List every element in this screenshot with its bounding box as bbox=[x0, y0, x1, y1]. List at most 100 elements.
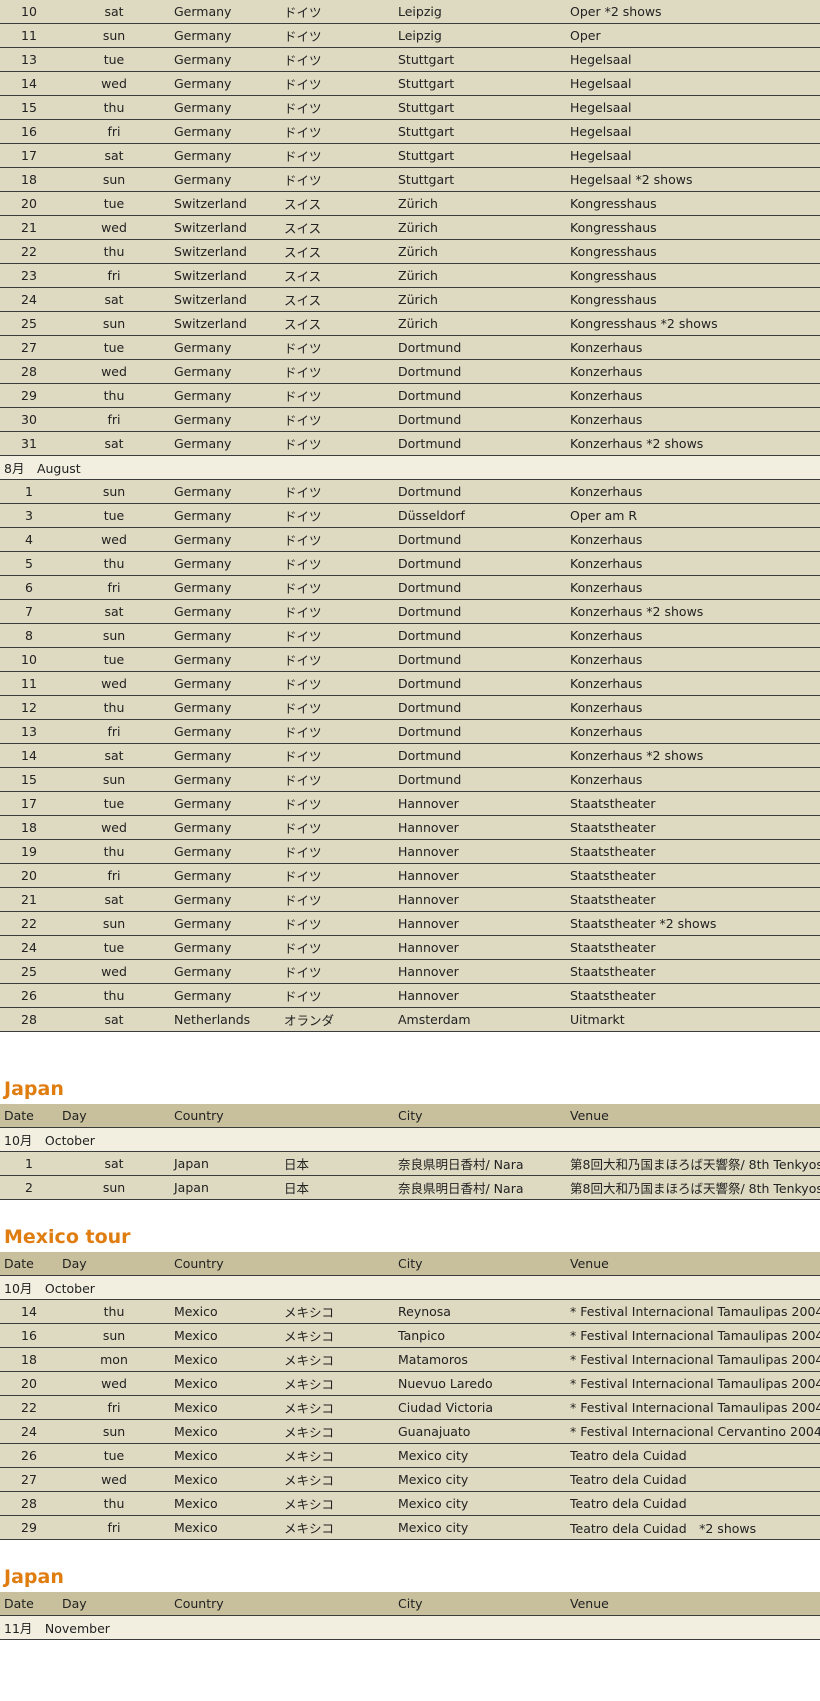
header-row: Date Day Country City Venue bbox=[0, 1104, 820, 1128]
table-row: 15 thu Germany ドイツ Stuttgart Hegelsaal bbox=[0, 95, 820, 120]
table-row: 19 thu Germany ドイツ Hannover Staatstheater bbox=[0, 839, 820, 864]
cell-date: 28 bbox=[0, 1491, 58, 1516]
cell-date: 6 bbox=[0, 575, 58, 600]
cell-venue: Konzerhaus bbox=[566, 479, 820, 504]
cell-venue: Oper am R bbox=[566, 503, 820, 528]
cell-day: fri bbox=[58, 1395, 170, 1420]
cell-country: Germany bbox=[170, 671, 280, 696]
cell-country: Germany bbox=[170, 143, 280, 168]
table-row: 25 sun Switzerland スイス Zürich Kongresshaus *2… bbox=[0, 311, 820, 336]
cell-date: 27 bbox=[0, 335, 58, 360]
tour-schedule-page: 10 sat Germany ドイツ Leipzig Oper *2 shows 11 sun… bbox=[0, 0, 820, 1640]
cell-venue: Teatro dela Cuidad *2 shows bbox=[566, 1515, 820, 1540]
cell-country-ja: ドイツ bbox=[280, 143, 394, 168]
cell-venue: Konzerhaus bbox=[566, 359, 820, 384]
cell-day: thu bbox=[58, 239, 170, 264]
cell-day: thu bbox=[58, 95, 170, 120]
cell-date: 22 bbox=[0, 239, 58, 264]
cell-city: Hannover bbox=[394, 815, 566, 840]
cell-venue: Konzerhaus bbox=[566, 551, 820, 576]
table-row: 8 sun Germany ドイツ Dortmund Konzerhaus bbox=[0, 623, 820, 648]
cell-country-ja: スイス bbox=[280, 263, 394, 288]
header-city: City bbox=[394, 1104, 566, 1128]
cell-city: Hannover bbox=[394, 911, 566, 936]
cell-city: Dortmund bbox=[394, 623, 566, 648]
cell-country: Mexico bbox=[170, 1347, 280, 1372]
cell-day: fri bbox=[58, 863, 170, 888]
cell-country: Germany bbox=[170, 911, 280, 936]
cell-city: Amsterdam bbox=[394, 1007, 566, 1032]
cell-city: Stuttgart bbox=[394, 119, 566, 144]
mexico-rows: 14 thu Mexico メキシコ Reynosa * Festival Interna… bbox=[0, 1299, 820, 1540]
cell-country-ja: スイス bbox=[280, 239, 394, 264]
cell-day: fri bbox=[58, 119, 170, 144]
table-row: 18 wed Germany ドイツ Hannover Staatstheater bbox=[0, 815, 820, 840]
cell-venue: Konzerhaus *2 shows bbox=[566, 599, 820, 624]
cell-country-ja: ドイツ bbox=[280, 743, 394, 768]
cell-day: tue bbox=[58, 791, 170, 816]
header-date: Date bbox=[0, 1252, 58, 1276]
cell-day: tue bbox=[58, 47, 170, 72]
cell-venue: Konzerhaus bbox=[566, 335, 820, 360]
table-row: 10 tue Germany ドイツ Dortmund Konzerhaus bbox=[0, 647, 820, 672]
cell-city: Dortmund bbox=[394, 431, 566, 456]
cell-country: Germany bbox=[170, 935, 280, 960]
cell-country-ja: ドイツ bbox=[280, 863, 394, 888]
cell-country-ja: ドイツ bbox=[280, 791, 394, 816]
cell-date: 30 bbox=[0, 407, 58, 432]
cell-country-ja: ドイツ bbox=[280, 0, 394, 24]
table-row: 14 sat Germany ドイツ Dortmund Konzerhaus *2 sho… bbox=[0, 743, 820, 768]
table-row: 15 sun Germany ドイツ Dortmund Konzerhaus bbox=[0, 767, 820, 792]
cell-country-ja: メキシコ bbox=[280, 1443, 394, 1468]
cell-day: sun bbox=[58, 23, 170, 48]
table-row: 17 sat Germany ドイツ Stuttgart Hegelsaal bbox=[0, 143, 820, 168]
header-day: Day bbox=[58, 1104, 170, 1128]
cell-country: Germany bbox=[170, 791, 280, 816]
cell-venue: Teatro dela Cuidad bbox=[566, 1491, 820, 1516]
cell-country-ja: メキシコ bbox=[280, 1515, 394, 1540]
cell-day: tue bbox=[58, 1443, 170, 1468]
cell-country-ja: ドイツ bbox=[280, 527, 394, 552]
cell-city: Tanpico bbox=[394, 1323, 566, 1348]
cell-date: 27 bbox=[0, 1467, 58, 1492]
header-venue: Venue bbox=[566, 1592, 820, 1616]
cell-country: Germany bbox=[170, 647, 280, 672]
cell-country: Germany bbox=[170, 167, 280, 192]
table-row: 28 thu Mexico メキシコ Mexico city Teatro dela Cu… bbox=[0, 1491, 820, 1516]
cell-country-ja: ドイツ bbox=[280, 359, 394, 384]
cell-country-ja: ドイツ bbox=[280, 23, 394, 48]
cell-venue: Staatstheater bbox=[566, 839, 820, 864]
cell-city: Guanajuato bbox=[394, 1419, 566, 1444]
table-row: 3 tue Germany ドイツ Düsseldorf Oper am R bbox=[0, 503, 820, 528]
table-row: 11 wed Germany ドイツ Dortmund Konzerhaus bbox=[0, 671, 820, 696]
cell-venue: Staatstheater bbox=[566, 983, 820, 1008]
cell-venue: 第8回大和乃国まほろば天響祭/ 8th Tenkyosai bbox=[566, 1151, 820, 1176]
cell-day: sun bbox=[58, 767, 170, 792]
cell-date: 29 bbox=[0, 383, 58, 408]
cell-country-ja: メキシコ bbox=[280, 1419, 394, 1444]
cell-date: 16 bbox=[0, 1323, 58, 1348]
table-row: 22 fri Mexico メキシコ Ciudad Victoria * Festival… bbox=[0, 1395, 820, 1420]
cell-country-ja: メキシコ bbox=[280, 1491, 394, 1516]
cell-day: wed bbox=[58, 815, 170, 840]
cell-date: 16 bbox=[0, 119, 58, 144]
cell-venue: Staatstheater bbox=[566, 887, 820, 912]
cell-city: Dortmund bbox=[394, 767, 566, 792]
cell-date: 22 bbox=[0, 1395, 58, 1420]
cell-country: Germany bbox=[170, 767, 280, 792]
cell-date: 1 bbox=[0, 479, 58, 504]
cell-country: Mexico bbox=[170, 1467, 280, 1492]
cell-date: 24 bbox=[0, 935, 58, 960]
cell-venue: * Festival Internacional Tamaulipas 2004 bbox=[566, 1347, 820, 1372]
cell-country: Germany bbox=[170, 863, 280, 888]
cell-day: sun bbox=[58, 623, 170, 648]
cell-day: tue bbox=[58, 647, 170, 672]
cell-day: thu bbox=[58, 695, 170, 720]
cell-country: Switzerland bbox=[170, 239, 280, 264]
cell-venue: Staatstheater bbox=[566, 935, 820, 960]
cell-venue: Konzerhaus *2 shows bbox=[566, 431, 820, 456]
cell-city: Nuevuo Laredo bbox=[394, 1371, 566, 1396]
cell-day: sat bbox=[58, 287, 170, 312]
cell-day: wed bbox=[58, 71, 170, 96]
cell-date: 3 bbox=[0, 503, 58, 528]
